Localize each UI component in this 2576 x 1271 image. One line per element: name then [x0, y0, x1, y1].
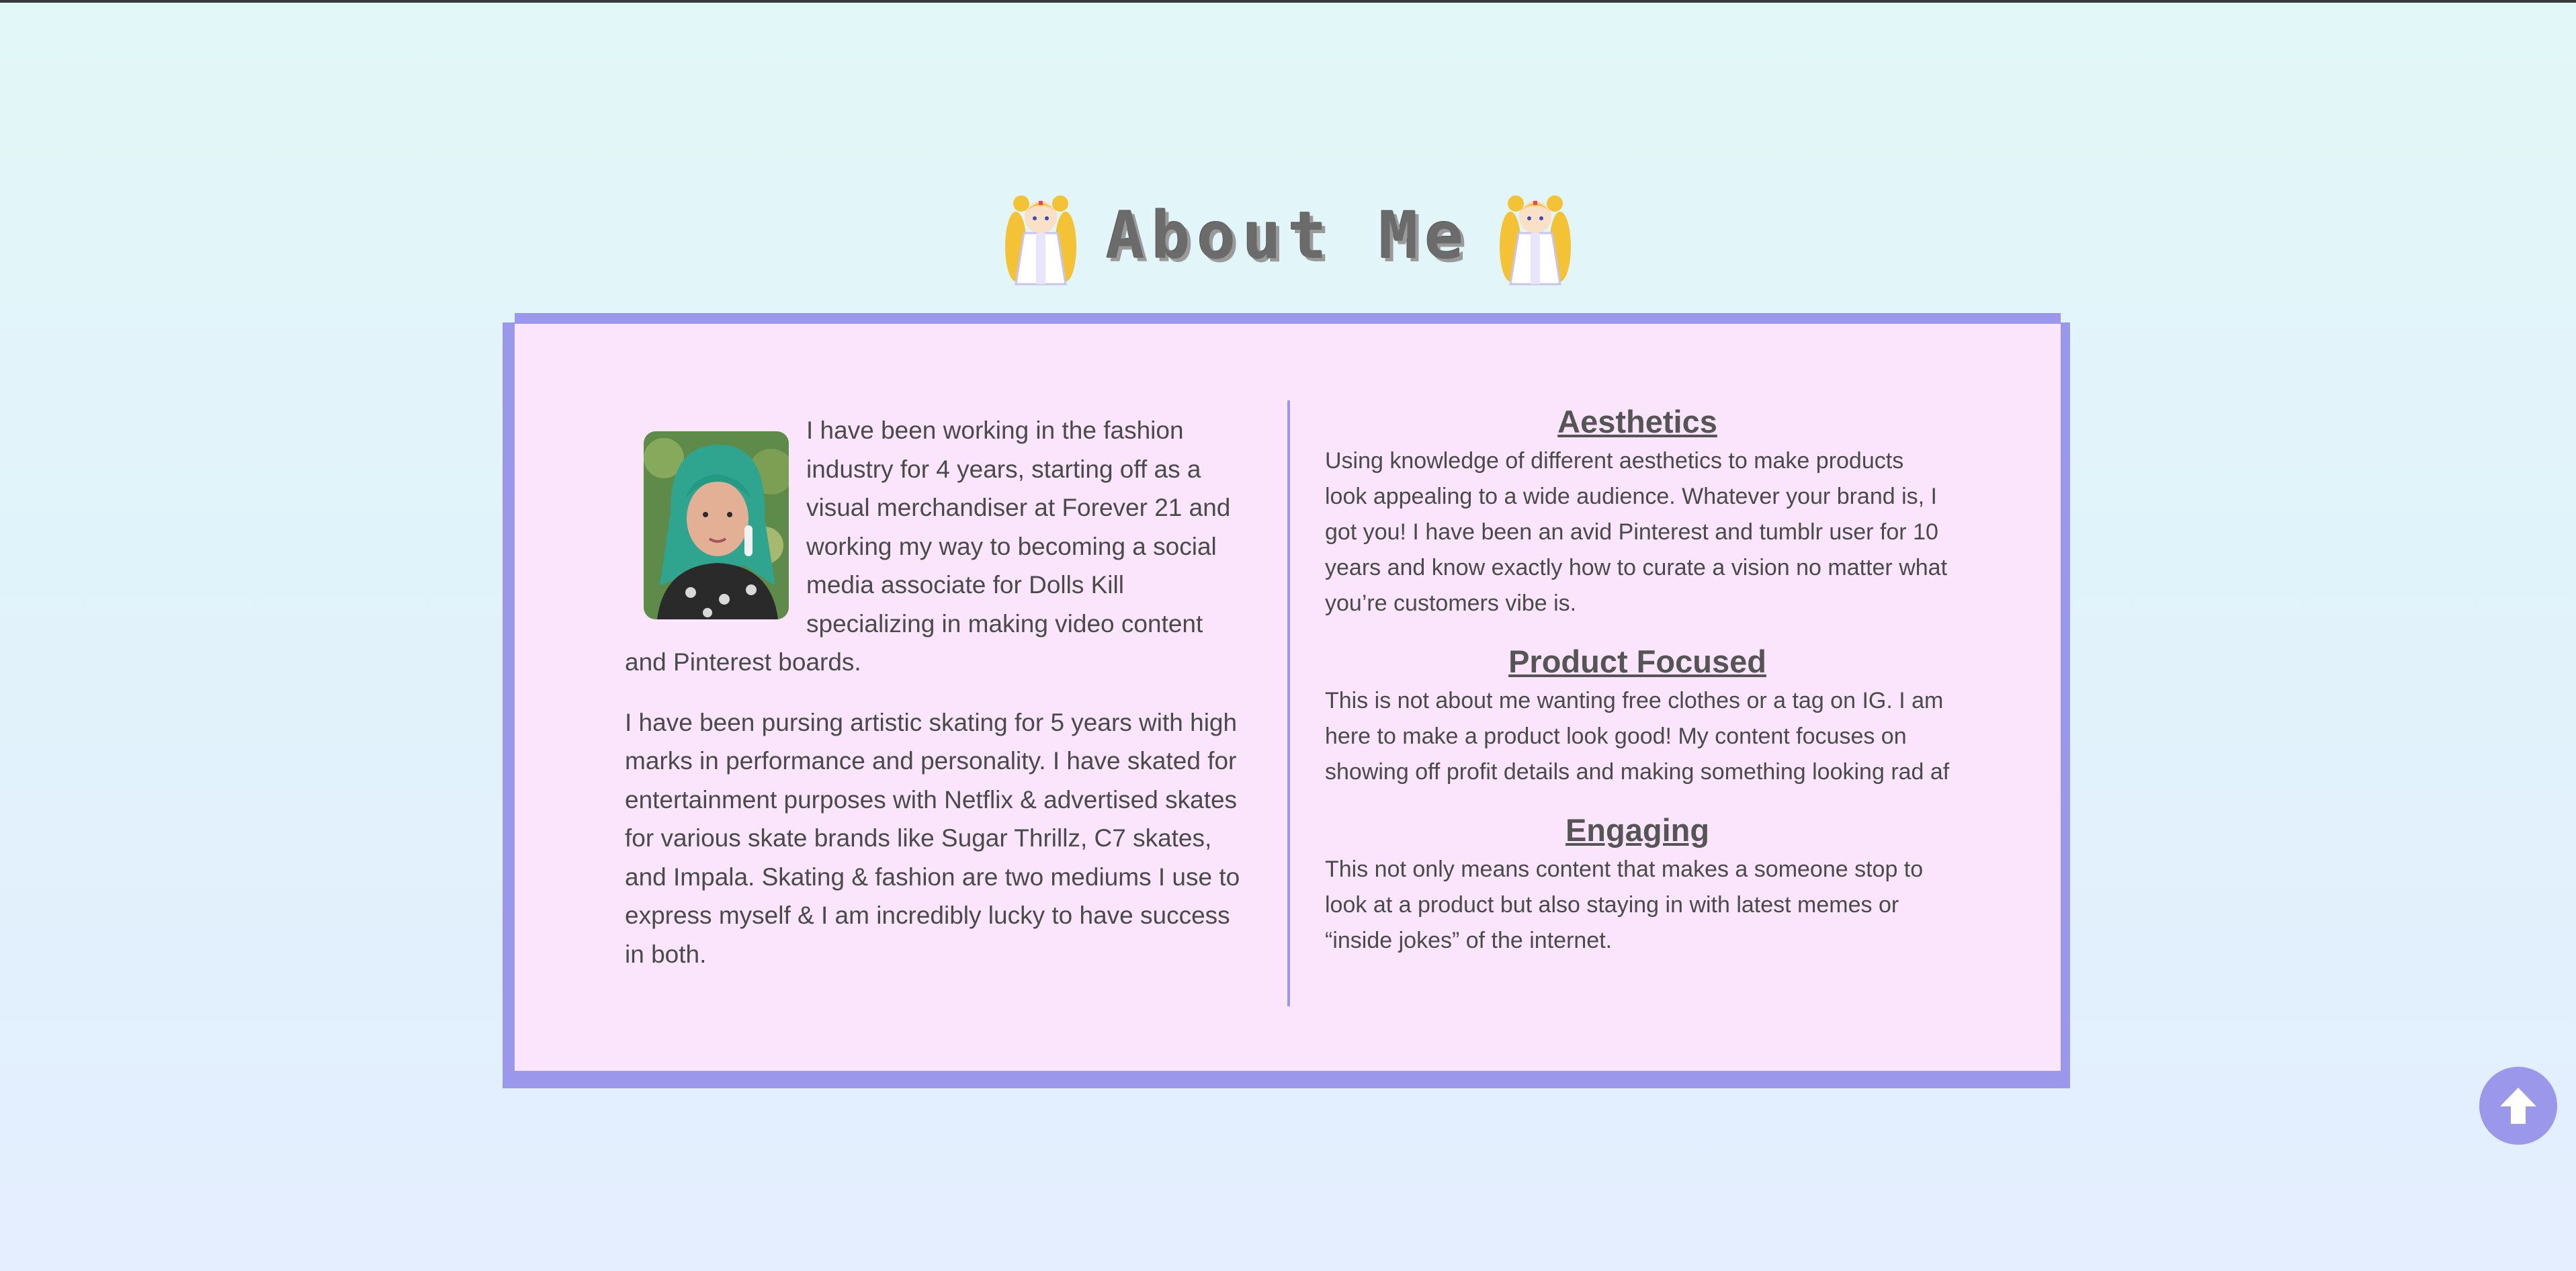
top-rule	[0, 0, 2576, 3]
about-left-column: I have been working in the fashion indus…	[625, 411, 1243, 995]
section-body-engaging: This not only means content that makes a…	[1325, 857, 1924, 953]
section-heading-engaging: Engaging	[1565, 812, 1710, 848]
sailor-moon-mascot-icon	[1004, 195, 1076, 286]
about-header: About Me	[0, 185, 2576, 286]
page-title: About Me	[1105, 198, 1471, 273]
section-body-product-focused: This is not about me wanting free clothe…	[1325, 688, 1950, 785]
section-heading-product-focused: Product Focused	[1508, 644, 1766, 679]
sailor-moon-mascot-icon	[1500, 195, 1572, 286]
scroll-to-top-button[interactable]	[2479, 1067, 2557, 1145]
about-right-column: Aesthetics Using knowledge of different …	[1325, 400, 1950, 977]
profile-photo	[644, 431, 789, 619]
about-paragraph-2: I have been pursing artistic skating for…	[625, 708, 1240, 968]
section-body-aesthetics: Using knowledge of different aesthetics …	[1325, 448, 1948, 616]
arrow-up-icon	[2500, 1088, 2536, 1124]
column-divider	[1287, 400, 1290, 1006]
section-heading-aesthetics: Aesthetics	[1557, 404, 1717, 439]
